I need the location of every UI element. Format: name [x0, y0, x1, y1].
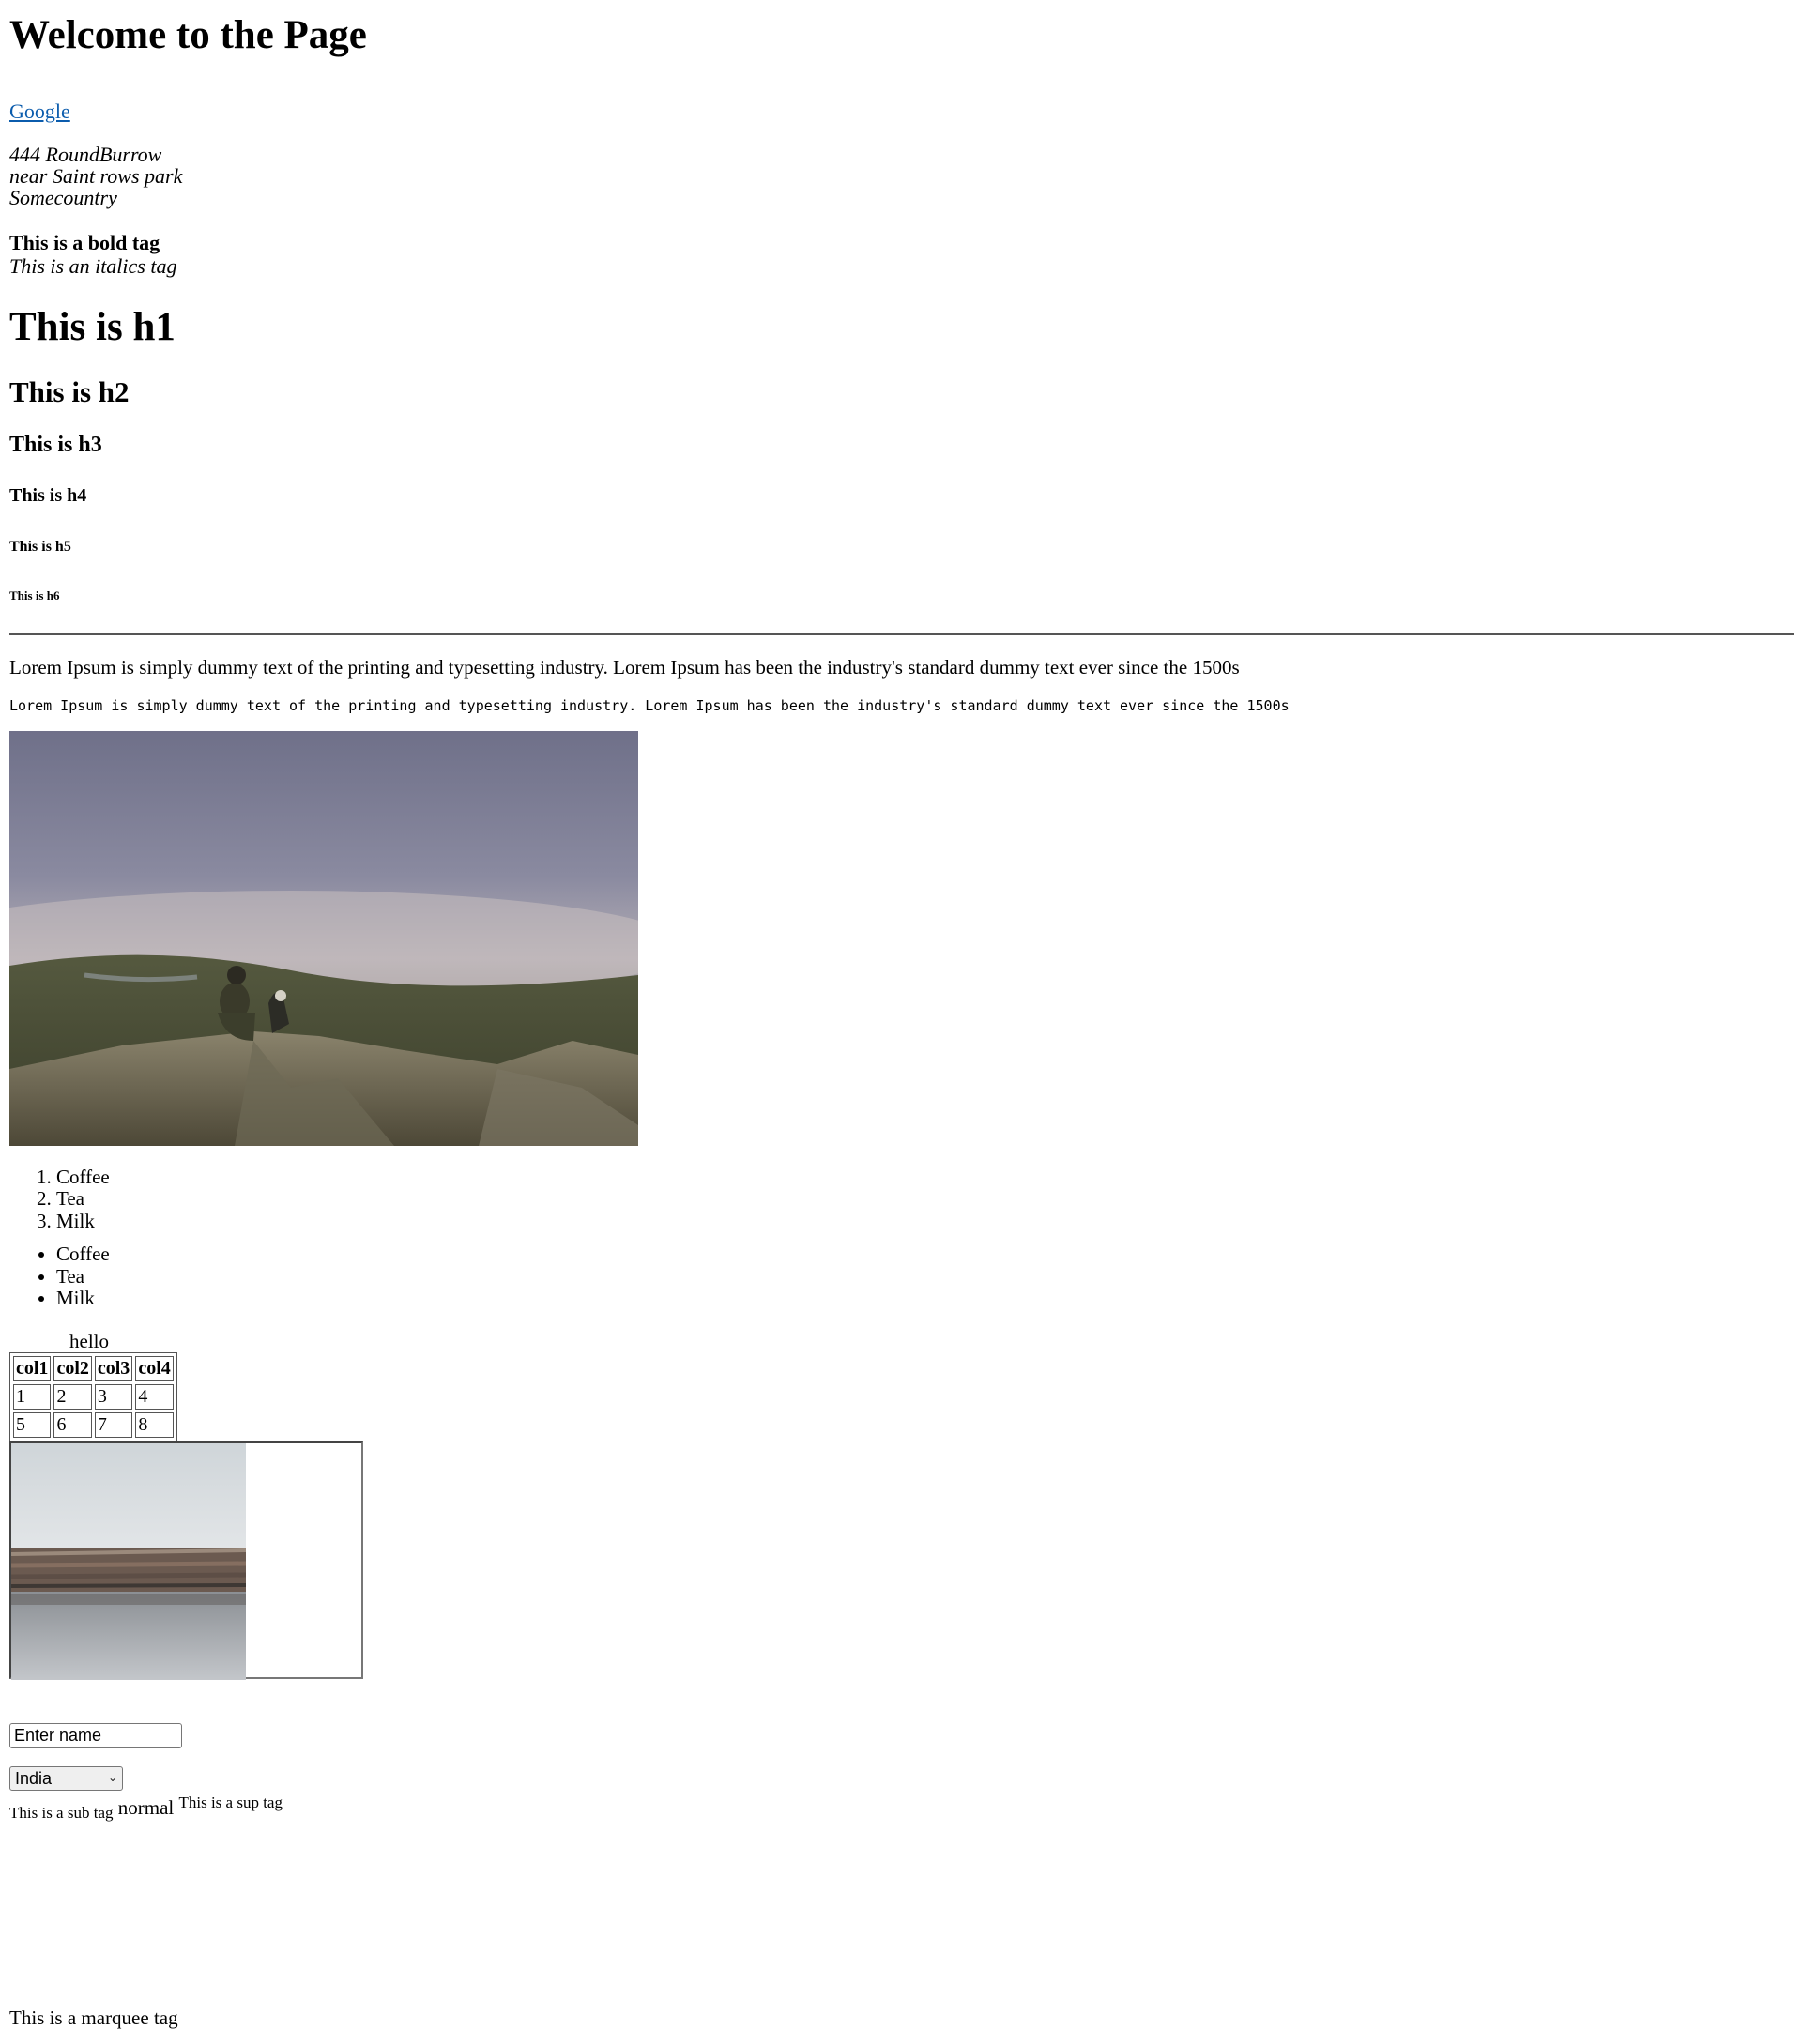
list-item: Milk: [56, 1288, 1793, 1310]
heading-h5: This is h5: [9, 538, 71, 555]
data-table: col1 col2 col3 col4 1 2 3 4 5 6 7 8: [9, 1351, 177, 1441]
page-content: Welcome to the Page Google 444 RoundBurr…: [9, 0, 1794, 1828]
ordered-list: Coffee Tea Milk: [9, 1166, 1793, 1233]
embedded-frame[interactable]: [9, 1441, 363, 1680]
mountain-photo-image: [9, 730, 638, 1146]
sub-sup-line: This is a sub tag normal This is a sup t…: [9, 1792, 1793, 1828]
horizontal-rule: [9, 633, 1794, 636]
table-cell: 7: [94, 1411, 133, 1438]
list-item: Coffee: [56, 1243, 1793, 1266]
unordered-list: Coffee Tea Milk: [9, 1243, 1793, 1310]
heading-h6: This is h6: [9, 588, 60, 603]
paragraph-text: Lorem Ipsum is simply dummy text of the …: [9, 656, 1240, 679]
table-header-cell: col2: [53, 1355, 92, 1381]
heading-h4: This is h4: [9, 484, 87, 506]
heading-h1: This is h1: [9, 305, 176, 350]
address-line-1: 444 RoundBurrow: [9, 142, 162, 166]
page-title: Welcome to the Page: [9, 13, 367, 57]
rocky-shore-photo: [11, 1442, 246, 1680]
address-block: 444 RoundBurrow near Saint rows park Som…: [9, 142, 1793, 210]
heading-h3: This is h3: [9, 433, 102, 458]
table-row: 5 6 7 8: [13, 1411, 174, 1438]
table-cell: 3: [94, 1383, 133, 1410]
preformatted-text: Lorem Ipsum is simply dummy text of the …: [9, 697, 1290, 715]
table-header-row: col1 col2 col3 col4: [13, 1355, 174, 1381]
table-cell: 2: [53, 1383, 92, 1410]
normal-text: normal: [117, 1795, 175, 1819]
table-row: 1 2 3 4: [13, 1383, 174, 1410]
name-input-placeholder: Enter name: [14, 1726, 102, 1746]
table-header-cell: col4: [135, 1355, 174, 1381]
list-item: Milk: [56, 1210, 1793, 1233]
table-cell: 5: [13, 1411, 52, 1438]
table-header-cell: col3: [94, 1355, 133, 1381]
list-item: Tea: [56, 1188, 1793, 1211]
sub-text: This is a sub tag: [9, 1803, 114, 1822]
mountain-photo: [9, 730, 638, 1146]
address-line-3: Somecountry: [9, 186, 117, 210]
country-select[interactable]: India ⌄: [9, 1765, 123, 1791]
google-link[interactable]: Google: [9, 99, 70, 123]
table-cell: 4: [135, 1383, 174, 1410]
table-cell: 6: [53, 1411, 92, 1438]
list-item: Tea: [56, 1265, 1793, 1289]
marquee-text: This is a marquee tag: [9, 2006, 178, 2029]
country-select-value: India: [15, 1768, 53, 1788]
heading-h2: This is h2: [9, 374, 130, 408]
chevron-down-icon: ⌄: [107, 1770, 117, 1784]
table-cell: 1: [13, 1383, 52, 1410]
table-cell: 8: [135, 1411, 174, 1438]
address-line-2: near Saint rows park: [9, 164, 183, 189]
table-header-cell: col1: [13, 1355, 52, 1381]
bold-text: This is a bold tag: [9, 230, 160, 254]
table-caption: hello: [69, 1329, 109, 1352]
sup-text: This is a sup tag: [178, 1792, 283, 1811]
list-item: Coffee: [56, 1166, 1793, 1189]
name-input[interactable]: Enter name: [9, 1722, 182, 1748]
italic-text: This is an italics tag: [9, 253, 177, 278]
